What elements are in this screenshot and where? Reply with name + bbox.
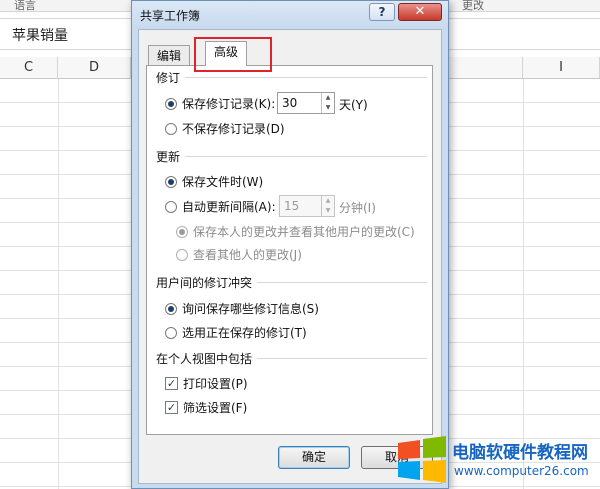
site-watermark: 电脑软硬件教程网 www.computer26.com	[396, 432, 600, 489]
stepper-down-icon[interactable]: ▼	[322, 103, 334, 113]
stepper-arrows[interactable]: ▲ ▼	[321, 196, 334, 216]
column-header-c[interactable]: C	[0, 57, 58, 79]
auto-update-label: 自动更新间隔(A):	[182, 200, 276, 214]
see-others-option[interactable]: 查看其他人的更改(J)	[176, 246, 302, 263]
see-others-label: 查看其他人的更改(J)	[193, 248, 302, 262]
save-mine-see-others-label: 保存本人的更改并查看其他用户的更改(C)	[193, 225, 415, 239]
watermark-url: www.computer26.com	[454, 464, 589, 478]
no-history-radio[interactable]	[165, 122, 177, 135]
grid-column-line	[523, 79, 524, 489]
section-divider	[185, 156, 427, 157]
section-divider	[185, 77, 427, 78]
advanced-tab-highlight-box	[194, 37, 272, 72]
section-divider	[257, 282, 427, 283]
column-header-i[interactable]: I	[523, 57, 600, 79]
track-changes-heading: 修订	[156, 71, 181, 85]
update-heading: 更新	[156, 150, 181, 164]
save-mine-see-others-radio[interactable]	[176, 225, 188, 238]
help-button[interactable]: ?	[369, 3, 395, 21]
personal-view-heading: 在个人视图中包括	[156, 352, 253, 366]
print-settings-option[interactable]: ✓ 打印设置(P)	[165, 375, 248, 392]
ask-which-wins-label: 询问保存哪些修订信息(S)	[182, 302, 319, 316]
stepper-up-icon[interactable]: ▲	[322, 196, 334, 206]
save-mine-see-others-option[interactable]: 保存本人的更改并查看其他用户的更改(C)	[176, 223, 415, 240]
keep-history-label: 保存修订记录(K):	[182, 97, 276, 111]
stepper-down-icon[interactable]: ▼	[322, 206, 334, 216]
history-days-stepper[interactable]: 30 ▲ ▼	[277, 92, 335, 114]
ribbon-label-changes[interactable]: 更改	[462, 0, 484, 13]
close-button[interactable]: ✕	[398, 3, 442, 21]
watermark-site-name: 电脑软硬件教程网	[452, 443, 588, 463]
stepper-arrows[interactable]: ▲ ▼	[321, 93, 334, 113]
share-workbook-dialog: 共享工作簿 ? ✕ 编辑 高级 修订 保存修订记录(K): 30 ▲ ▼ 天(Y…	[131, 0, 449, 489]
update-interval-value: 15	[284, 199, 300, 213]
days-unit-label: 天(Y)	[339, 98, 368, 112]
auto-update-radio[interactable]	[165, 200, 177, 213]
dialog-body: 编辑 高级 修订 保存修订记录(K): 30 ▲ ▼ 天(Y) 不保存修订记录(…	[138, 29, 442, 484]
see-others-radio[interactable]	[176, 248, 188, 261]
ask-which-wins-option[interactable]: 询问保存哪些修订信息(S)	[165, 300, 319, 317]
filter-settings-option[interactable]: ✓ 筛选设置(F)	[165, 399, 247, 416]
saved-changes-win-label: 选用正在保存的修订(T)	[182, 326, 307, 340]
keep-history-radio[interactable]	[165, 97, 177, 110]
filter-settings-label: 筛选设置(F)	[183, 401, 248, 415]
update-on-save-radio[interactable]	[165, 175, 177, 188]
conflicts-heading: 用户间的修订冲突	[156, 276, 253, 290]
no-history-label: 不保存修订记录(D)	[182, 122, 285, 136]
print-settings-checkbox[interactable]: ✓	[165, 377, 178, 390]
update-interval-stepper[interactable]: 15 ▲ ▼	[279, 195, 335, 217]
print-settings-label: 打印设置(P)	[183, 377, 248, 391]
column-header-h[interactable]	[449, 57, 523, 79]
keep-history-option[interactable]: 保存修订记录(K):	[165, 95, 275, 112]
auto-update-option[interactable]: 自动更新间隔(A):	[165, 198, 276, 215]
ask-which-wins-radio[interactable]	[165, 302, 177, 315]
no-history-option[interactable]: 不保存修订记录(D)	[165, 120, 285, 137]
dialog-titlebar[interactable]: 共享工作簿 ? ✕	[132, 1, 448, 29]
history-days-value: 30	[282, 96, 298, 110]
filter-settings-checkbox[interactable]: ✓	[165, 401, 178, 414]
ribbon-label-language[interactable]: 语言	[14, 0, 36, 13]
minutes-unit-label: 分钟(I)	[339, 201, 376, 215]
update-on-save-option[interactable]: 保存文件时(W)	[165, 173, 263, 190]
dialog-title: 共享工作簿	[140, 9, 201, 23]
column-header-d[interactable]: D	[58, 57, 131, 79]
tab-editing[interactable]: 编辑	[148, 45, 191, 65]
stepper-up-icon[interactable]: ▲	[322, 93, 334, 103]
saved-changes-win-radio[interactable]	[165, 326, 177, 339]
advanced-tab-panel: 修订 保存修订记录(K): 30 ▲ ▼ 天(Y) 不保存修订记录(D) 更新	[146, 65, 433, 435]
saved-changes-win-option[interactable]: 选用正在保存的修订(T)	[165, 324, 307, 341]
section-divider	[257, 358, 427, 359]
windows-logo-icon	[398, 436, 446, 483]
formula-bar-value: 苹果销量	[12, 28, 68, 44]
grid-column-line	[58, 79, 59, 489]
ok-button[interactable]: 确定	[278, 446, 350, 469]
update-on-save-label: 保存文件时(W)	[182, 175, 264, 189]
